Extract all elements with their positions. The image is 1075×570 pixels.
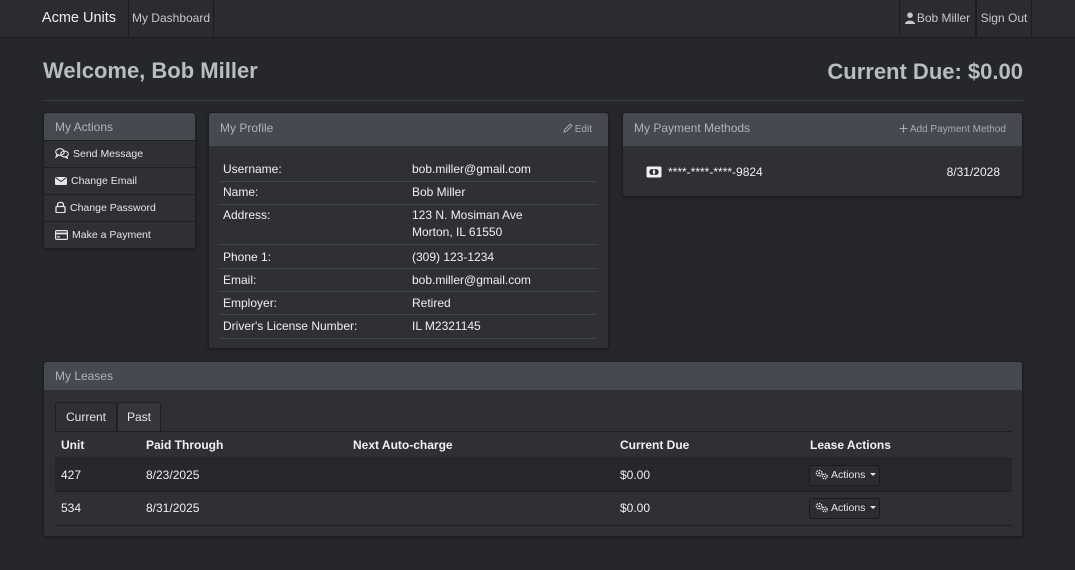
- profile-row-email: Email: bob.miller@gmail.com: [220, 269, 596, 292]
- column-header-unit: Unit: [61, 438, 85, 452]
- user-icon: [904, 12, 915, 24]
- change-email-label: Change Email: [71, 175, 137, 187]
- make-payment-action[interactable]: Make a Payment: [44, 221, 195, 248]
- lease-actions-label: Actions: [831, 502, 866, 514]
- profile-row-employer: Employer: Retired: [220, 292, 596, 315]
- payment-methods-header: My Payment Methods Add Payment Method: [623, 113, 1022, 146]
- profile-value: Retired: [412, 296, 451, 310]
- send-message-action[interactable]: Send Message: [44, 140, 195, 167]
- column-header-paid-through: Paid Through: [146, 438, 224, 452]
- tab-current[interactable]: Current: [55, 402, 117, 432]
- profile-label: Username:: [223, 162, 282, 176]
- sign-out-link[interactable]: Sign Out: [976, 0, 1032, 37]
- column-header-current-due: Current Due: [620, 438, 690, 452]
- payment-methods-panel: My Payment Methods Add Payment Method **…: [622, 112, 1023, 197]
- profile-row-phone: Phone 1: (309) 123-1234: [220, 245, 596, 269]
- column-header-next-autocharge: Next Auto-charge: [353, 438, 453, 452]
- edit-label: Edit: [574, 124, 592, 135]
- my-profile-header: My Profile Edit: [209, 113, 608, 146]
- card-expiration: 8/31/2028: [946, 165, 1000, 179]
- change-email-action[interactable]: Change Email: [44, 167, 195, 194]
- my-profile-panel: My Profile Edit Username: bob.miller@gma…: [208, 112, 609, 349]
- my-actions-title: My Actions: [44, 113, 195, 141]
- profile-row-license: Driver's License Number: IL M2321145: [220, 315, 596, 339]
- caret-down-icon: [870, 506, 877, 509]
- tab-past[interactable]: Past: [117, 402, 161, 432]
- change-password-label: Change Password: [70, 202, 156, 214]
- welcome-heading: Welcome, Bob Miller: [43, 58, 258, 83]
- profile-label: Address:: [223, 208, 271, 222]
- profile-value: (309) 123-1234: [412, 250, 495, 264]
- payment-methods-title: My Payment Methods: [634, 121, 751, 135]
- profile-label: Employer:: [223, 296, 278, 310]
- gears-icon: [815, 469, 828, 480]
- profile-value: bob.miller@gmail.com: [412, 273, 531, 287]
- cell-current-due: $0.00: [620, 468, 651, 482]
- profile-label: Driver's License Number:: [223, 319, 358, 333]
- current-due-heading: Current Due: $0.00: [827, 59, 1023, 84]
- my-leases-title: My Leases: [44, 362, 1022, 390]
- chat-icon: [54, 148, 69, 159]
- card-number: ****-****-****-9824: [668, 165, 763, 179]
- profile-row-username: Username: bob.miller@gmail.com: [220, 158, 596, 182]
- cell-paid-through: 8/23/2025: [146, 468, 200, 482]
- lock-icon: [55, 201, 66, 214]
- change-password-action[interactable]: Change Password: [44, 194, 195, 221]
- header-divider: [43, 100, 1023, 101]
- cell-current-due: $0.00: [620, 501, 651, 515]
- my-leases-panel: My Leases Current Past Unit Paid Through…: [43, 361, 1023, 537]
- make-payment-label: Make a Payment: [72, 229, 151, 241]
- cell-paid-through: 8/31/2025: [146, 501, 200, 515]
- brand-link[interactable]: Acme Units: [30, 0, 128, 37]
- lease-actions-dropdown[interactable]: Actions: [809, 465, 880, 486]
- profile-value-line2: Morton, IL 61550: [412, 225, 503, 239]
- gears-icon: [815, 502, 828, 513]
- cell-unit: 534: [61, 501, 82, 515]
- send-message-label: Send Message: [73, 148, 144, 160]
- nav-user-menu[interactable]: Bob Miller: [899, 0, 976, 37]
- profile-value: Bob Miller: [412, 185, 466, 199]
- navbar: Acme Units My Dashboard Bob Miller Sign …: [0, 0, 1075, 38]
- edit-profile-button[interactable]: Edit: [563, 113, 592, 146]
- profile-row-name: Name: Bob Miller: [220, 182, 596, 205]
- table-bottom-border: [55, 525, 1012, 526]
- profile-label: Email:: [223, 273, 257, 287]
- table-row: 534 8/31/2025 $0.00 Actions: [55, 491, 1012, 524]
- profile-value: bob.miller@gmail.com: [412, 162, 531, 176]
- tabs-divider: [55, 431, 1012, 432]
- envelope-icon: [55, 177, 67, 185]
- nav-user-name: Bob Miller: [916, 11, 971, 25]
- lease-actions-dropdown[interactable]: Actions: [809, 498, 880, 519]
- plus-icon: [899, 124, 908, 133]
- profile-label: Name:: [223, 185, 259, 199]
- profile-label: Phone 1:: [223, 250, 272, 264]
- lease-actions-label: Actions: [831, 469, 866, 481]
- pencil-icon: [563, 123, 573, 133]
- caret-down-icon: [870, 473, 877, 476]
- cell-unit: 427: [61, 468, 82, 482]
- nav-dashboard-link[interactable]: My Dashboard: [128, 0, 214, 37]
- table-row: 427 8/23/2025 $0.00 Actions: [55, 458, 1012, 491]
- profile-value: IL M2321145: [412, 319, 481, 333]
- my-actions-panel: My Actions Send Message Change Email Cha…: [43, 112, 196, 249]
- credit-card-icon: [55, 230, 69, 241]
- column-header-lease-actions: Lease Actions: [810, 438, 891, 452]
- profile-value: 123 N. Mosiman Ave: [412, 208, 523, 222]
- add-payment-method-label: Add Payment Method: [909, 124, 1006, 135]
- add-payment-method-button[interactable]: Add Payment Method: [899, 113, 1006, 146]
- mastercard-icon: [646, 166, 662, 178]
- my-profile-title: My Profile: [220, 121, 274, 135]
- profile-row-address: Address: 123 N. Mosiman Ave Morton, IL 6…: [220, 205, 596, 245]
